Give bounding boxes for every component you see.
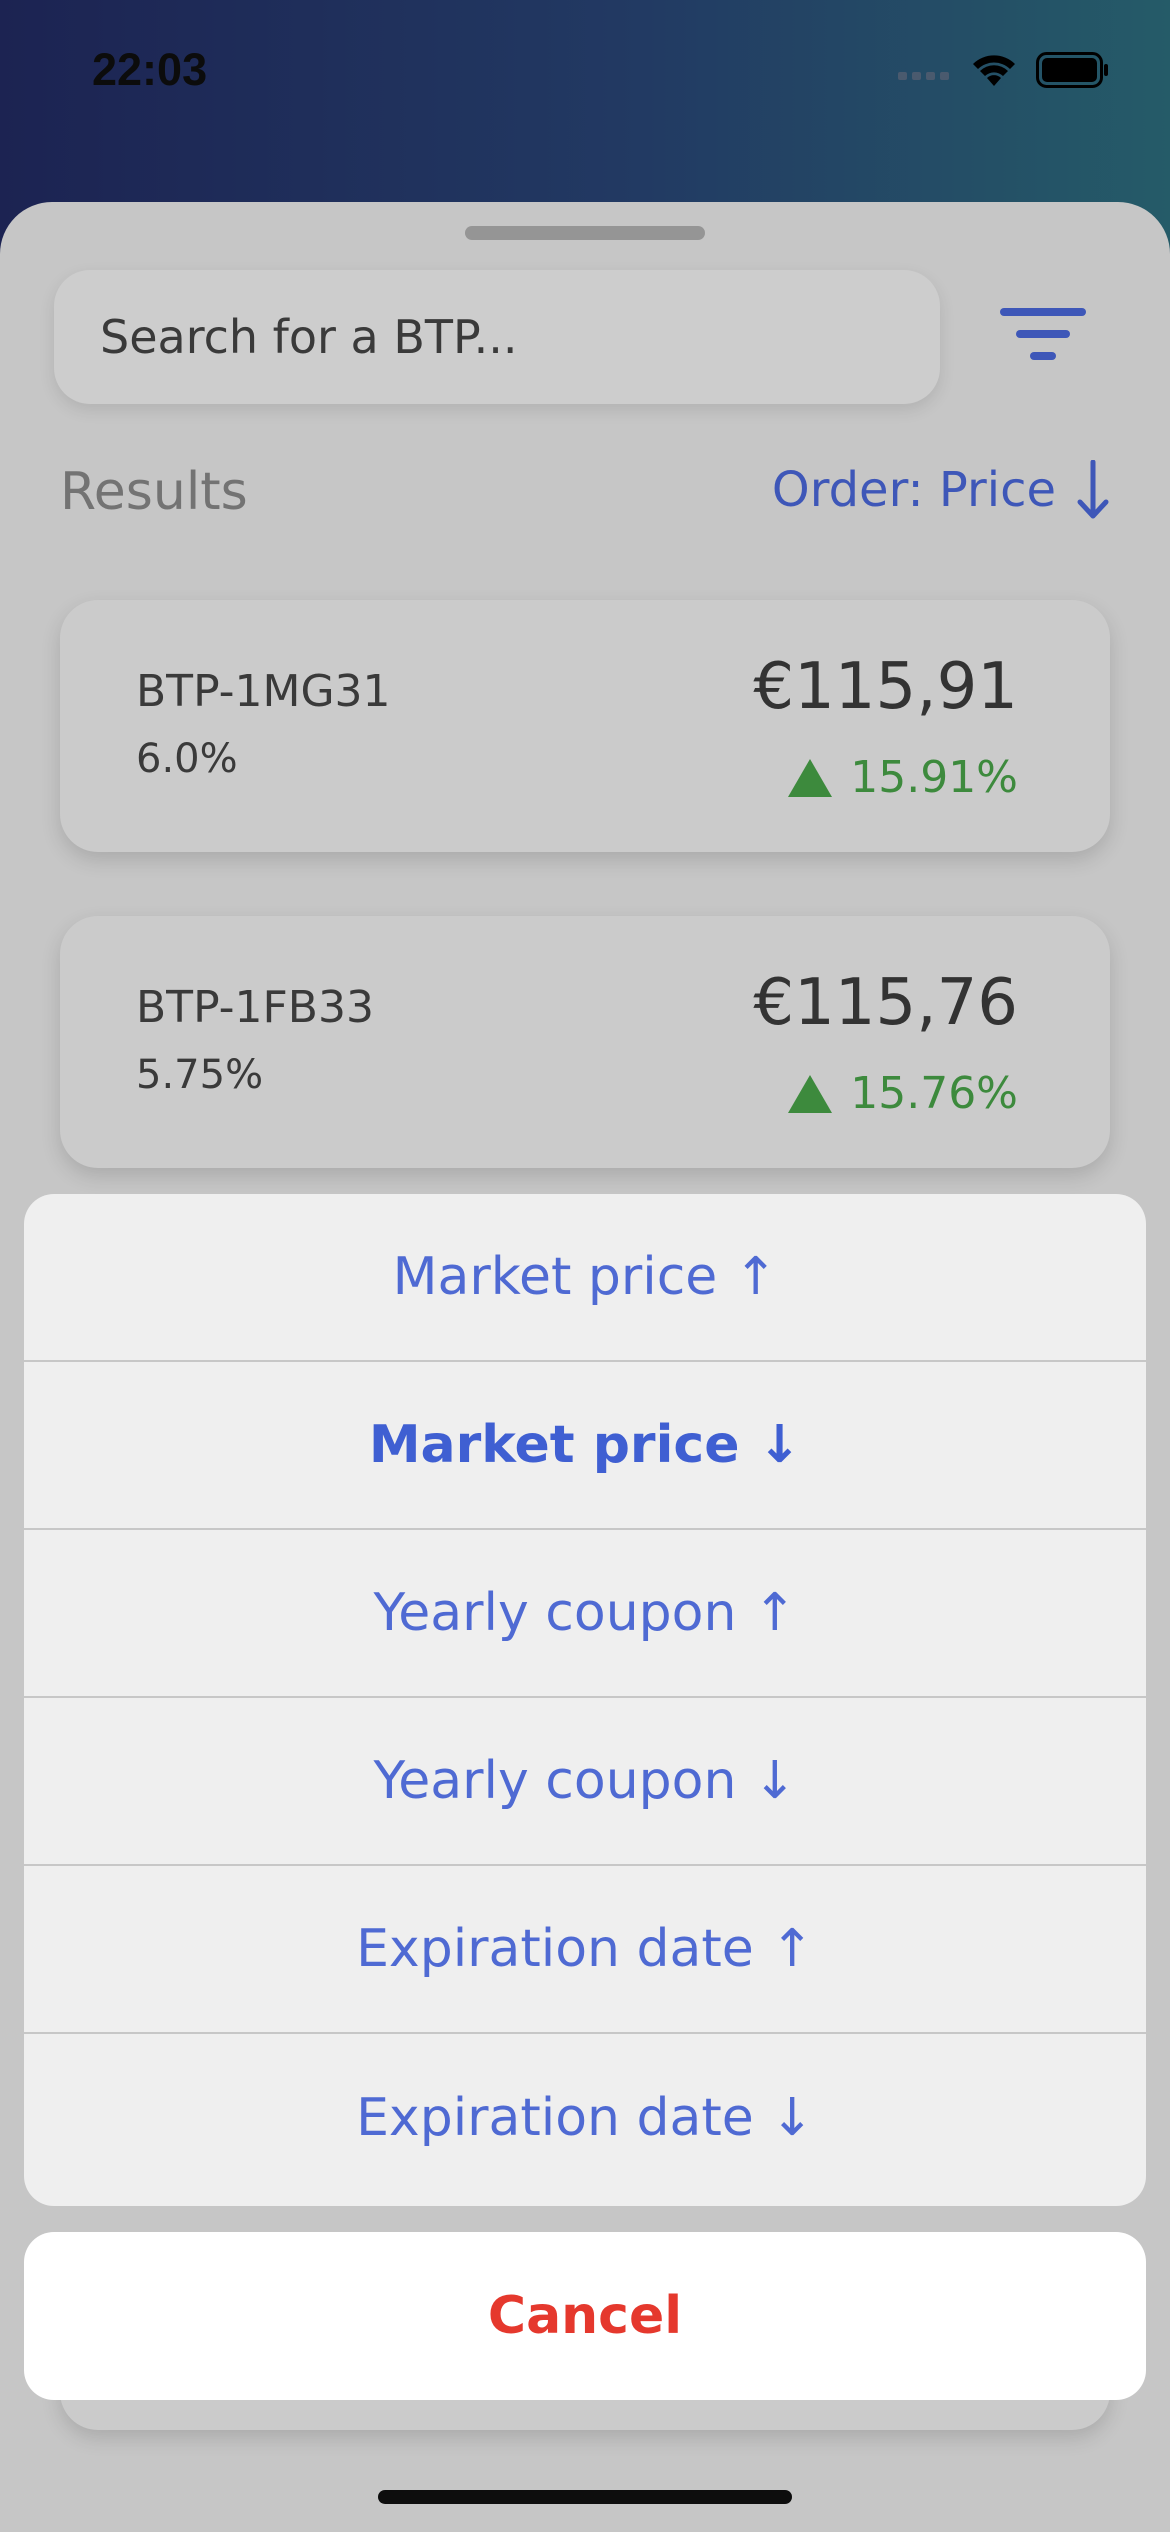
sort-option-expiration-desc[interactable]: Expiration date ↓: [24, 2034, 1146, 2202]
wifi-icon: [973, 55, 1015, 86]
filter-icon: [1000, 308, 1086, 360]
bond-card[interactable]: BTP-1MG31 6.0% €115,91 15.91%: [60, 600, 1110, 852]
bond-change: 15.76%: [788, 1068, 1018, 1119]
sort-action-sheet: Market price ↑ Market price ↓ Yearly cou…: [24, 1194, 1146, 2206]
order-button[interactable]: Order: Price: [772, 460, 1110, 520]
status-time: 22:03: [92, 44, 208, 95]
cancel-button[interactable]: Cancel: [24, 2232, 1146, 2400]
home-indicator[interactable]: [378, 2490, 792, 2504]
bond-coupon: 5.75%: [136, 1052, 264, 1098]
triangle-up-icon: [788, 758, 833, 797]
bond-change-value: 15.91%: [850, 752, 1018, 803]
bond-code: BTP-1MG31: [136, 666, 391, 717]
sort-option-price-asc[interactable]: Market price ↑: [24, 1194, 1146, 1362]
triangle-up-icon: [788, 1074, 833, 1113]
search-placeholder: Search for a BTP...: [100, 310, 518, 364]
bond-price: €115,76: [753, 966, 1018, 1040]
filter-button[interactable]: [998, 300, 1088, 370]
bond-coupon: 6.0%: [136, 736, 238, 782]
order-label: Order: Price: [771, 462, 1056, 518]
bond-price: €115,91: [753, 650, 1018, 724]
sort-option-expiration-asc[interactable]: Expiration date ↑: [24, 1866, 1146, 2034]
bond-code: BTP-1FB33: [136, 982, 374, 1033]
bond-change-value: 15.76%: [850, 1068, 1018, 1119]
sort-option-coupon-desc[interactable]: Yearly coupon ↓: [24, 1698, 1146, 1866]
results-heading: Results: [60, 462, 248, 522]
sort-option-coupon-asc[interactable]: Yearly coupon ↑: [24, 1530, 1146, 1698]
search-input[interactable]: Search for a BTP...: [54, 270, 940, 404]
arrow-down-icon: [1077, 460, 1109, 519]
signal-icon: [898, 72, 949, 80]
bond-card[interactable]: BTP-1FB33 5.75% €115,76 15.76%: [60, 916, 1110, 1168]
sort-option-price-desc[interactable]: Market price ↓: [24, 1362, 1146, 1530]
bond-change: 15.91%: [788, 752, 1018, 803]
battery-icon: [1036, 52, 1108, 88]
status-icons: [898, 52, 1110, 88]
sheet-grabber[interactable]: [465, 226, 705, 240]
